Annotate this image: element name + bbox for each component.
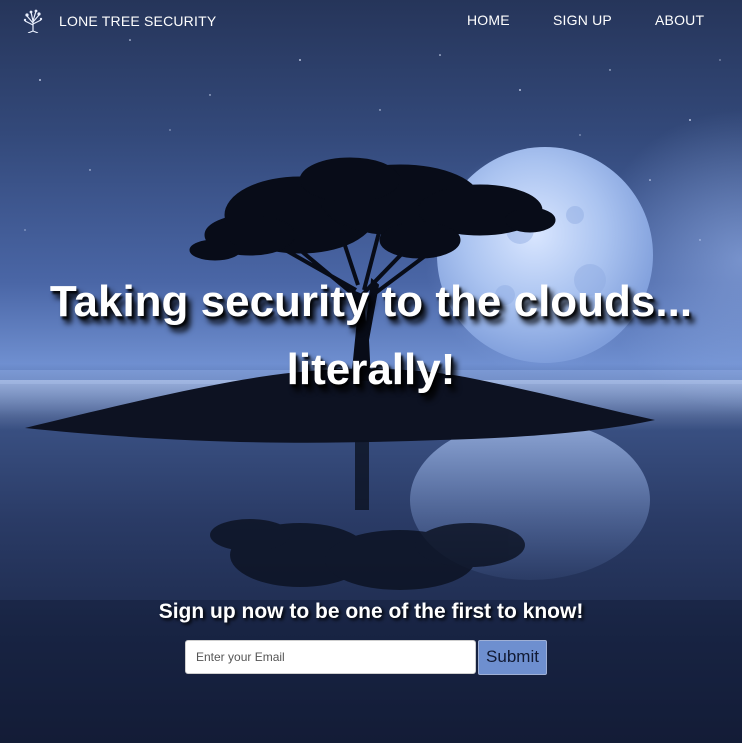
brand-name: LONE TREE SECURITY <box>59 13 217 29</box>
hero-headline-line2: literally! <box>286 345 456 394</box>
submit-button[interactable]: Submit <box>478 639 547 675</box>
hero-headline: Taking security to the clouds... literal… <box>0 268 742 404</box>
brand-link[interactable]: LONE TREE SECURITY <box>22 8 216 34</box>
signup-form: Submit <box>185 639 547 675</box>
nav-signup-link[interactable]: SIGN UP <box>553 12 612 28</box>
email-input[interactable] <box>185 640 476 674</box>
nav-home-link[interactable]: HOME <box>467 12 510 28</box>
landing-page: LONE TREE SECURITY HOME SIGN UP ABOUT Ta… <box>0 0 742 743</box>
hero-headline-line1: Taking security to the clouds... <box>49 277 693 326</box>
top-navbar: LONE TREE SECURITY HOME SIGN UP ABOUT <box>0 0 742 44</box>
lone-tree-icon <box>23 9 43 33</box>
nav-about-link[interactable]: ABOUT <box>655 12 704 28</box>
signup-prompt: Sign up now to be one of the first to kn… <box>158 600 584 623</box>
